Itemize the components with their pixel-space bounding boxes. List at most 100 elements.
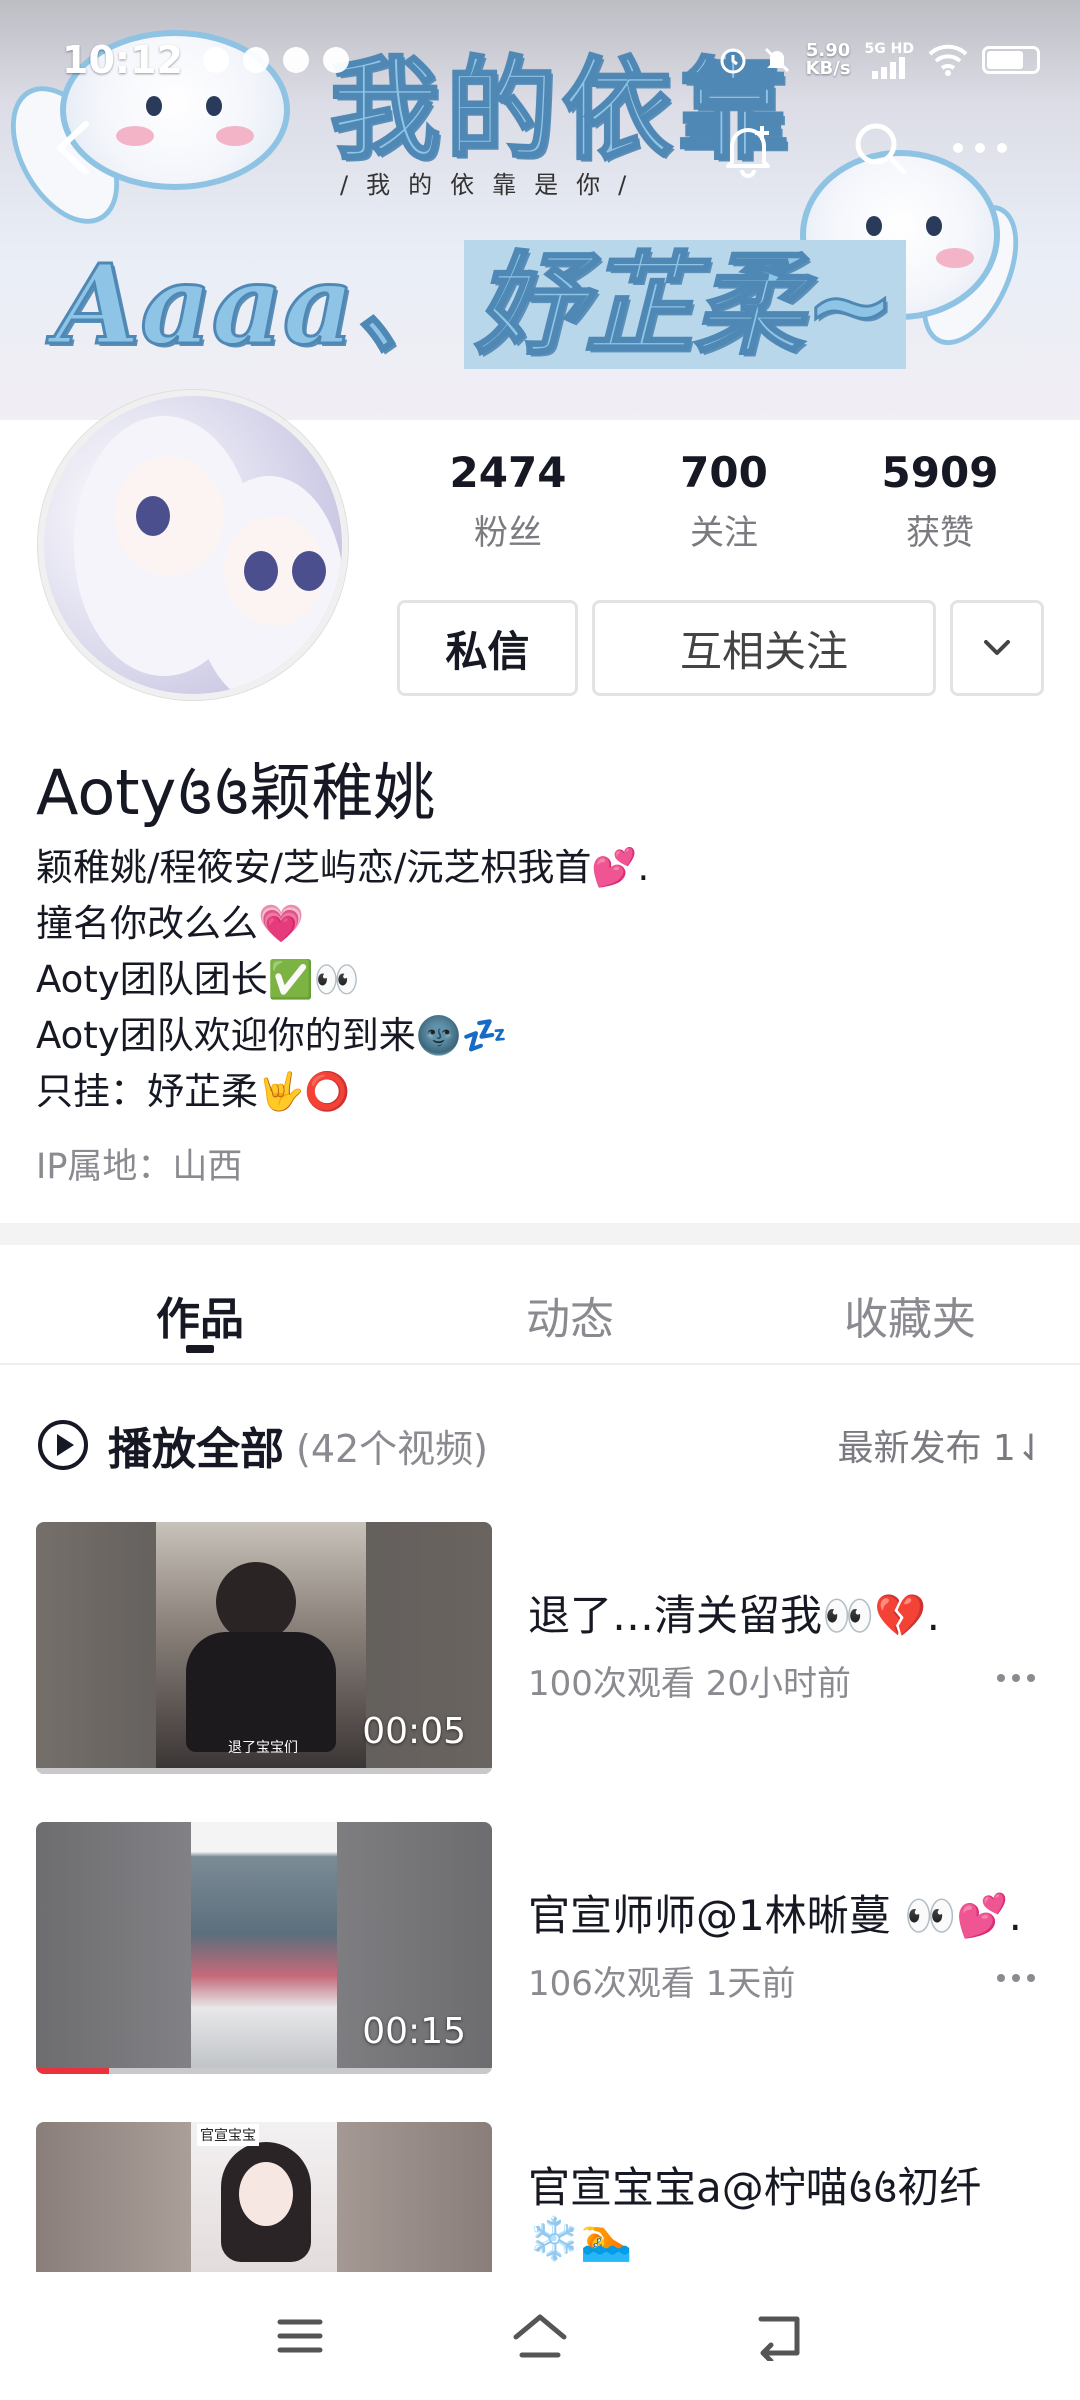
video-views: 106次观看 bbox=[528, 1964, 695, 2004]
profile-stats: 2474 粉丝 700 关注 5909 获赞 bbox=[400, 448, 1080, 554]
video-item[interactable]: 退了宝宝们 00:05 退了…清关留我👀💔. 100次观看 20小时前 bbox=[36, 1522, 1046, 1774]
thumbnail-caption: 退了宝宝们 bbox=[228, 1740, 298, 1756]
video-meta: 106次观看 1天前 bbox=[528, 1956, 795, 2005]
back-nav-button[interactable] bbox=[740, 2296, 820, 2376]
avatar-eye bbox=[136, 496, 170, 536]
search-button[interactable] bbox=[844, 112, 916, 184]
wechat-icon bbox=[282, 47, 309, 73]
banner-name-prefix: Aaaa、 bbox=[53, 239, 465, 371]
tab-works[interactable]: 作品 bbox=[0, 1245, 400, 1363]
video-meta: 100次观看 20小时前 bbox=[528, 1656, 851, 1705]
video-progress bbox=[36, 2068, 492, 2074]
more-icon bbox=[953, 143, 1007, 153]
video-duration: 00:15 bbox=[362, 2011, 466, 2052]
banner-name-highlight: 妤芷柔~ bbox=[464, 239, 907, 371]
mascot-eye bbox=[146, 96, 162, 116]
thumbnail-caption: 官宣宝宝 bbox=[197, 2124, 259, 2146]
video-title[interactable]: 官宣师师@1林晰蔓 👀💕. bbox=[528, 1882, 1022, 1943]
expand-button[interactable] bbox=[950, 600, 1044, 696]
status-time: 10:12 bbox=[62, 38, 183, 82]
thumbnail-figure bbox=[186, 1632, 336, 1752]
section-divider bbox=[0, 1223, 1080, 1245]
stat-followers[interactable]: 2474 粉丝 bbox=[400, 448, 616, 554]
status-bar: 10:12 5.90 KB/s 5G HD bbox=[0, 30, 1080, 90]
avatar[interactable] bbox=[38, 390, 348, 700]
video-count: (42个视频) bbox=[296, 1426, 489, 1471]
bio-line: Aoty团队欢迎你的到来🌚💤 bbox=[36, 1014, 508, 1057]
video-item[interactable]: 官宣宝宝 官宣宝宝a@柠喵꧔꧔初纤 ❄️🏊 bbox=[36, 2122, 1046, 2272]
tab-favorites[interactable]: 收藏夹 bbox=[740, 1245, 1080, 1363]
ip-location: IP属地：山西 bbox=[36, 1147, 243, 1187]
bio: 颖稚姚/程筱安/芝屿恋/沅芝枳我首💕. 撞名你改么么💗 Aoty团队团长✅👀 A… bbox=[36, 840, 649, 1120]
mascot-cheek bbox=[936, 248, 974, 268]
net-speed: 5.90 KB/s bbox=[806, 42, 851, 78]
video-title[interactable]: 退了…清关留我👀💔. bbox=[528, 1582, 940, 1643]
stat-likes[interactable]: 5909 获赞 bbox=[832, 448, 1048, 554]
home-button[interactable] bbox=[500, 2296, 580, 2376]
mute-icon bbox=[764, 47, 789, 73]
mascot-eye bbox=[926, 216, 942, 236]
thumbnail-image: 官宣宝宝 bbox=[191, 2122, 337, 2272]
notify-button[interactable] bbox=[712, 112, 784, 184]
thumbnail-image bbox=[191, 1822, 337, 2070]
system-nav-bar bbox=[0, 2272, 1080, 2400]
stat-label: 粉丝 bbox=[474, 513, 542, 553]
video-views: 100次观看 bbox=[528, 1664, 695, 1704]
play-all-label: 播放全部 bbox=[108, 1424, 284, 1475]
profile-actions: 私信 互相关注 bbox=[397, 600, 1044, 696]
video-progress bbox=[36, 1768, 492, 1774]
video-more-button[interactable] bbox=[996, 1652, 1036, 1692]
chevron-down-icon bbox=[984, 640, 1010, 655]
bio-line: 只挂：妤芷柔🤟⭕ bbox=[36, 1070, 351, 1113]
network-type: 5G HD bbox=[864, 41, 914, 57]
avatar-eye bbox=[292, 551, 326, 591]
stat-value: 5909 bbox=[881, 448, 999, 497]
more-button[interactable] bbox=[944, 112, 1016, 184]
play-all-row[interactable]: 播放全部 (42个视频) 最新发布 1⇃ bbox=[36, 1410, 1046, 1480]
video-thumbnail[interactable]: 退了宝宝们 00:05 bbox=[36, 1522, 492, 1774]
stat-label: 关注 bbox=[690, 513, 758, 553]
menu-button[interactable] bbox=[260, 2296, 340, 2376]
mascot-cheek bbox=[216, 126, 254, 146]
bio-line: Aoty团队团长✅👀 bbox=[36, 958, 360, 1001]
thumbnail-image: 退了宝宝们 bbox=[156, 1522, 366, 1770]
cellular-indicator: 5G HD bbox=[865, 41, 914, 79]
bio-line: 撞名你改么么💗 bbox=[36, 902, 305, 945]
video-title-line2: ❄️🏊 bbox=[528, 2214, 633, 2263]
content-tabs: 作品 动态 收藏夹 bbox=[0, 1245, 1080, 1365]
video-time: 20小时前 bbox=[705, 1664, 851, 1704]
message-icon bbox=[322, 47, 349, 73]
video-time: 1天前 bbox=[705, 1964, 796, 2004]
tab-activity[interactable]: 动态 bbox=[400, 1245, 740, 1363]
mascot-eye bbox=[206, 96, 222, 116]
back-button[interactable] bbox=[36, 112, 108, 184]
video-item[interactable]: 00:15 官宣师师@1林晰蔓 👀💕. 106次观看 1天前 bbox=[36, 1822, 1046, 2074]
banner-name: Aaaa、妤芷柔~ bbox=[53, 215, 907, 375]
back-arrow-icon bbox=[57, 121, 89, 175]
bio-line: 颖稚姚/程筱安/芝屿恋/沅芝枳我首💕. bbox=[36, 846, 650, 889]
video-progress-fill bbox=[36, 2068, 109, 2074]
more-horizontal-icon bbox=[997, 1974, 1035, 1982]
menu-icon bbox=[277, 2319, 323, 2353]
search-icon bbox=[855, 123, 907, 175]
chat-bubble-icon bbox=[242, 47, 269, 73]
mascot-cheek bbox=[116, 126, 154, 146]
notification-icons bbox=[202, 47, 349, 73]
mutual-follow-button[interactable]: 互相关注 bbox=[592, 600, 936, 696]
video-more-button[interactable] bbox=[996, 1952, 1036, 1992]
video-duration: 00:05 bbox=[362, 1711, 466, 1752]
video-thumbnail[interactable]: 00:15 bbox=[36, 1822, 492, 2074]
more-horizontal-icon bbox=[997, 1674, 1035, 1682]
play-circle-icon bbox=[38, 1420, 88, 1470]
stat-label: 获赞 bbox=[906, 513, 974, 553]
banner-subtitle: /我的依靠是你/ bbox=[340, 171, 645, 199]
bell-plus-icon bbox=[726, 126, 770, 178]
message-button[interactable]: 私信 bbox=[397, 600, 578, 696]
avatar-eye bbox=[244, 551, 278, 591]
sort-selector[interactable]: 最新发布 1⇃ bbox=[837, 1419, 1046, 1471]
back-icon bbox=[758, 2316, 800, 2361]
home-icon bbox=[513, 2314, 567, 2358]
stat-value: 2474 bbox=[449, 448, 567, 497]
video-thumbnail[interactable]: 官宣宝宝 bbox=[36, 2122, 492, 2272]
stat-following[interactable]: 700 关注 bbox=[616, 448, 832, 554]
